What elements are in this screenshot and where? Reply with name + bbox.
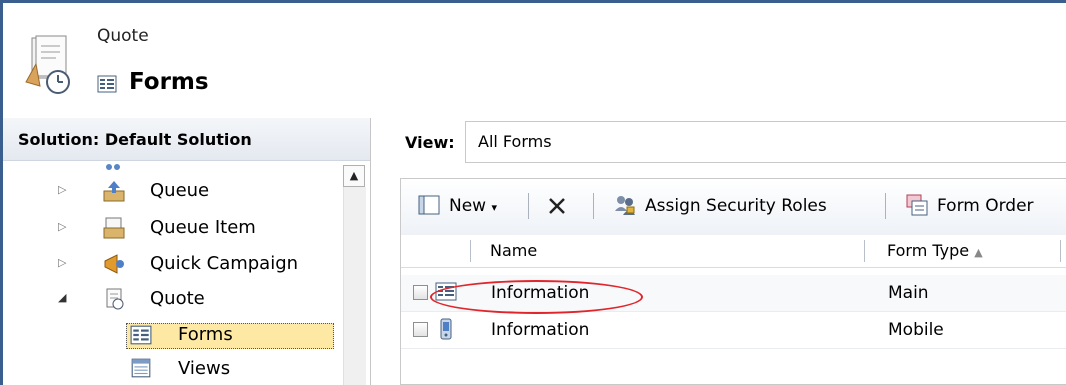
column-header-name[interactable]: Name bbox=[490, 241, 537, 260]
mobile-form-icon bbox=[440, 318, 452, 340]
tree-item-quick-campaign[interactable]: ▷ Quick Campaign bbox=[3, 250, 341, 280]
scrollbar-track[interactable] bbox=[343, 187, 366, 385]
assign-security-roles-button[interactable]: Assign Security Roles bbox=[645, 194, 827, 218]
page-header bbox=[3, 3, 1066, 115]
security-roles-icon bbox=[615, 196, 635, 215]
expand-arrow-icon[interactable]: ▷ bbox=[58, 183, 66, 196]
tree-item-label: Queue bbox=[150, 180, 210, 201]
entity-name: Quote bbox=[97, 26, 149, 46]
tree-item-views[interactable]: Views bbox=[3, 355, 341, 385]
column-divider bbox=[470, 240, 471, 262]
solution-label: Solution: Default Solution bbox=[3, 118, 370, 161]
partial-entity-icon bbox=[106, 164, 120, 170]
form-order-button[interactable]: Form Order bbox=[937, 194, 1034, 218]
queue-icon bbox=[103, 181, 125, 202]
column-divider bbox=[1060, 240, 1061, 262]
page-title: Forms bbox=[129, 69, 209, 95]
toolbar-separator bbox=[885, 193, 886, 219]
tree-item-label: Forms bbox=[178, 324, 233, 345]
expand-arrow-icon[interactable]: ▷ bbox=[58, 220, 66, 233]
queue-item-icon bbox=[103, 217, 125, 239]
dropdown-arrow-icon: ▾ bbox=[491, 201, 498, 214]
tree-item-label: Quick Campaign bbox=[150, 253, 299, 274]
view-label: View: bbox=[405, 133, 455, 152]
tree-item-label: Quote bbox=[150, 288, 205, 309]
new-form-icon bbox=[418, 195, 440, 215]
delete-icon[interactable] bbox=[546, 195, 568, 217]
forms-title-icon bbox=[97, 75, 117, 93]
table-row[interactable]: Information Mobile bbox=[401, 312, 1066, 349]
row-name[interactable]: Information bbox=[491, 320, 589, 340]
row-form-type: Main bbox=[888, 283, 929, 303]
annotation-highlight-oval bbox=[430, 280, 643, 314]
collapse-arrow-icon[interactable]: ◢ bbox=[58, 291, 66, 304]
new-button-label: New bbox=[449, 196, 487, 216]
column-header-label: Form Type bbox=[887, 241, 970, 260]
forms-icon bbox=[130, 325, 152, 345]
sort-ascending-icon: ▲ bbox=[974, 246, 983, 259]
row-checkbox[interactable] bbox=[413, 322, 428, 337]
row-checkbox[interactable] bbox=[413, 285, 428, 300]
tree-item-forms[interactable]: Forms bbox=[3, 323, 341, 353]
form-order-icon bbox=[906, 194, 928, 216]
tree-item-label: Queue Item bbox=[150, 217, 256, 238]
toolbar-separator bbox=[528, 193, 529, 219]
column-divider bbox=[864, 240, 865, 262]
view-selector[interactable]: All Forms bbox=[465, 121, 1066, 163]
row-form-type: Mobile bbox=[888, 320, 944, 340]
views-icon bbox=[131, 358, 151, 378]
quote-entity-icon bbox=[25, 35, 70, 94]
grid-column-header: Name Form Type ▲ bbox=[401, 235, 1066, 268]
new-button[interactable]: New ▾ bbox=[449, 194, 497, 218]
scroll-up-button[interactable]: ▲ bbox=[343, 165, 365, 187]
grid-toolbar: New ▾ Assign Security Roles Form Order bbox=[401, 179, 1066, 236]
tree-item-quote[interactable]: ◢ Quote bbox=[3, 285, 341, 315]
navigation-pane: Solution: Default Solution ▷ Queue ▷ Que… bbox=[3, 118, 371, 385]
expand-arrow-icon[interactable]: ▷ bbox=[58, 256, 66, 269]
tree-item-label: Views bbox=[178, 358, 231, 379]
tree-item-queue-item[interactable]: ▷ Queue Item bbox=[3, 214, 341, 244]
quick-campaign-icon bbox=[104, 254, 124, 274]
quote-icon bbox=[106, 288, 124, 310]
toolbar-separator bbox=[593, 193, 594, 219]
column-header-form-type[interactable]: Form Type ▲ bbox=[887, 241, 983, 260]
tree-item-queue[interactable]: ▷ Queue bbox=[3, 177, 341, 207]
